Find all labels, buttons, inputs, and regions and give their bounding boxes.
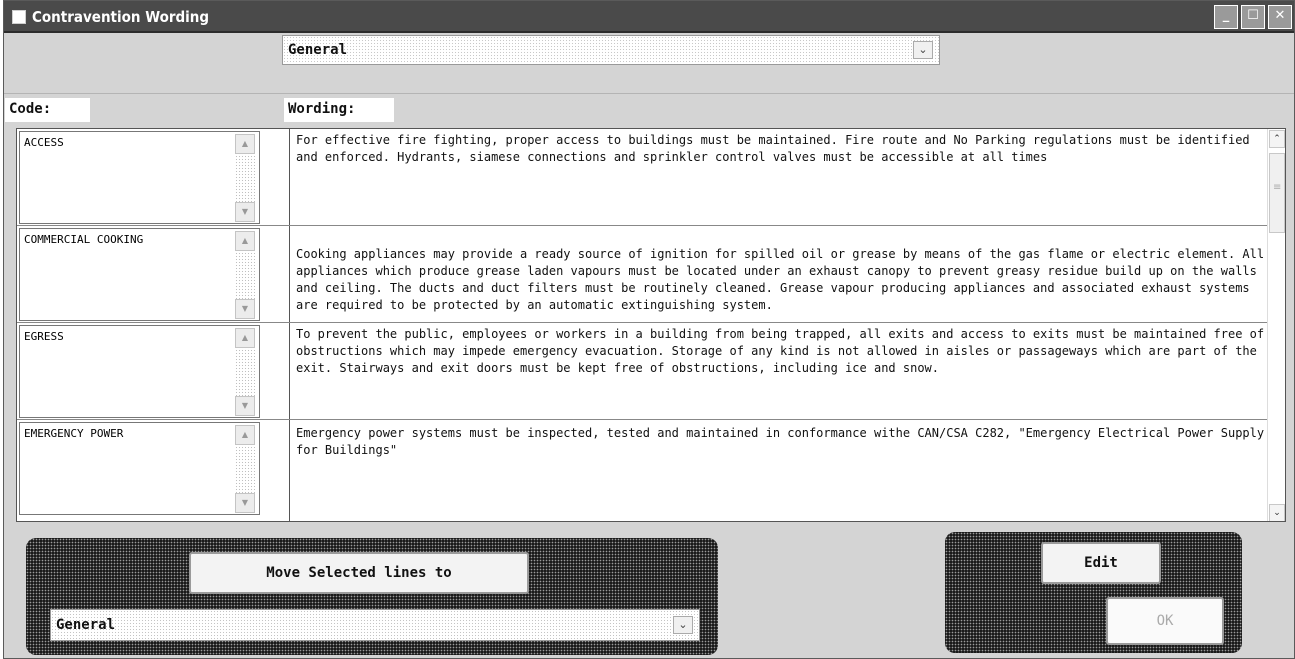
action-panel: Edit OK — [945, 532, 1242, 653]
code-text: COMMERCIAL COOKING — [24, 233, 144, 246]
code-cell[interactable]: EGRESS ▲ ▼ — [19, 325, 260, 418]
scroll-up-icon[interactable]: ▲ — [235, 231, 255, 251]
code-cell[interactable]: COMMERCIAL COOKING ▲ ▼ — [19, 228, 260, 321]
move-selected-button[interactable]: Move Selected lines to — [189, 552, 529, 594]
code-cell[interactable]: ACCESS ▲ ▼ — [19, 131, 260, 224]
wording-text[interactable]: To prevent the public, employees or work… — [296, 326, 1271, 418]
scroll-up-icon[interactable]: ▲ — [235, 134, 255, 154]
wording-text[interactable]: Cooking appliances may provide a ready s… — [296, 246, 1271, 322]
move-target-value: General — [56, 617, 116, 633]
scroll-down-icon[interactable]: ▼ — [235, 299, 255, 319]
move-panel: Move Selected lines to General ⌄ — [26, 538, 718, 655]
code-text: EGRESS — [24, 330, 64, 343]
chevron-down-icon[interactable]: ⌄ — [673, 616, 693, 634]
category-select[interactable]: General ⌄ — [282, 35, 940, 65]
move-target-select[interactable]: General ⌄ — [50, 609, 700, 641]
chevron-down-icon[interactable]: ⌄ — [913, 41, 933, 59]
scroll-down-icon[interactable]: ▼ — [235, 202, 255, 222]
header-divider — [4, 93, 1294, 94]
scroll-down-icon[interactable]: ▼ — [235, 493, 255, 513]
main-scrollbar[interactable]: ⌃ ≡ ⌄ — [1267, 129, 1285, 521]
ok-button[interactable]: OK — [1106, 597, 1224, 645]
window-icon — [12, 10, 26, 24]
scroll-thumb[interactable]: ≡ — [1269, 153, 1285, 233]
category-select-value: General — [288, 42, 348, 58]
code-text: ACCESS — [24, 136, 64, 149]
window-title: Contravention Wording — [32, 8, 210, 26]
wording-header: Wording: — [284, 98, 394, 122]
code-text: EMERGENCY POWER — [24, 427, 124, 440]
contravention-wording-window: Contravention Wording _ ☐ ✕ General ⌄ Co… — [3, 0, 1295, 659]
wording-text[interactable]: For effective fire fighting, proper acce… — [296, 132, 1271, 224]
wording-text[interactable]: Emergency power systems must be inspecte… — [296, 425, 1271, 517]
scroll-down-icon[interactable]: ▼ — [235, 396, 255, 416]
code-scrollbar[interactable]: ▲ ▼ — [235, 328, 255, 416]
close-button[interactable]: ✕ — [1268, 5, 1292, 29]
wording-grid: ACCESS ▲ ▼ For effective fire fighting, … — [16, 128, 1286, 522]
code-scrollbar[interactable]: ▲ ▼ — [235, 425, 255, 513]
scroll-up-icon[interactable]: ▲ — [235, 425, 255, 445]
code-header: Code: — [5, 98, 90, 122]
code-scrollbar[interactable]: ▲ ▼ — [235, 231, 255, 319]
maximize-button[interactable]: ☐ — [1241, 5, 1265, 29]
scroll-up-icon[interactable]: ▲ — [235, 328, 255, 348]
minimize-button[interactable]: _ — [1214, 5, 1238, 29]
edit-button[interactable]: Edit — [1041, 542, 1161, 584]
code-cell[interactable]: EMERGENCY POWER ▲ ▼ — [19, 422, 260, 515]
grip-icon: ≡ — [1273, 182, 1282, 193]
scroll-down-icon[interactable]: ⌄ — [1269, 504, 1285, 521]
scroll-up-icon[interactable]: ⌃ — [1269, 130, 1285, 148]
title-bar[interactable]: Contravention Wording _ ☐ ✕ — [4, 1, 1294, 33]
code-scrollbar[interactable]: ▲ ▼ — [235, 134, 255, 222]
